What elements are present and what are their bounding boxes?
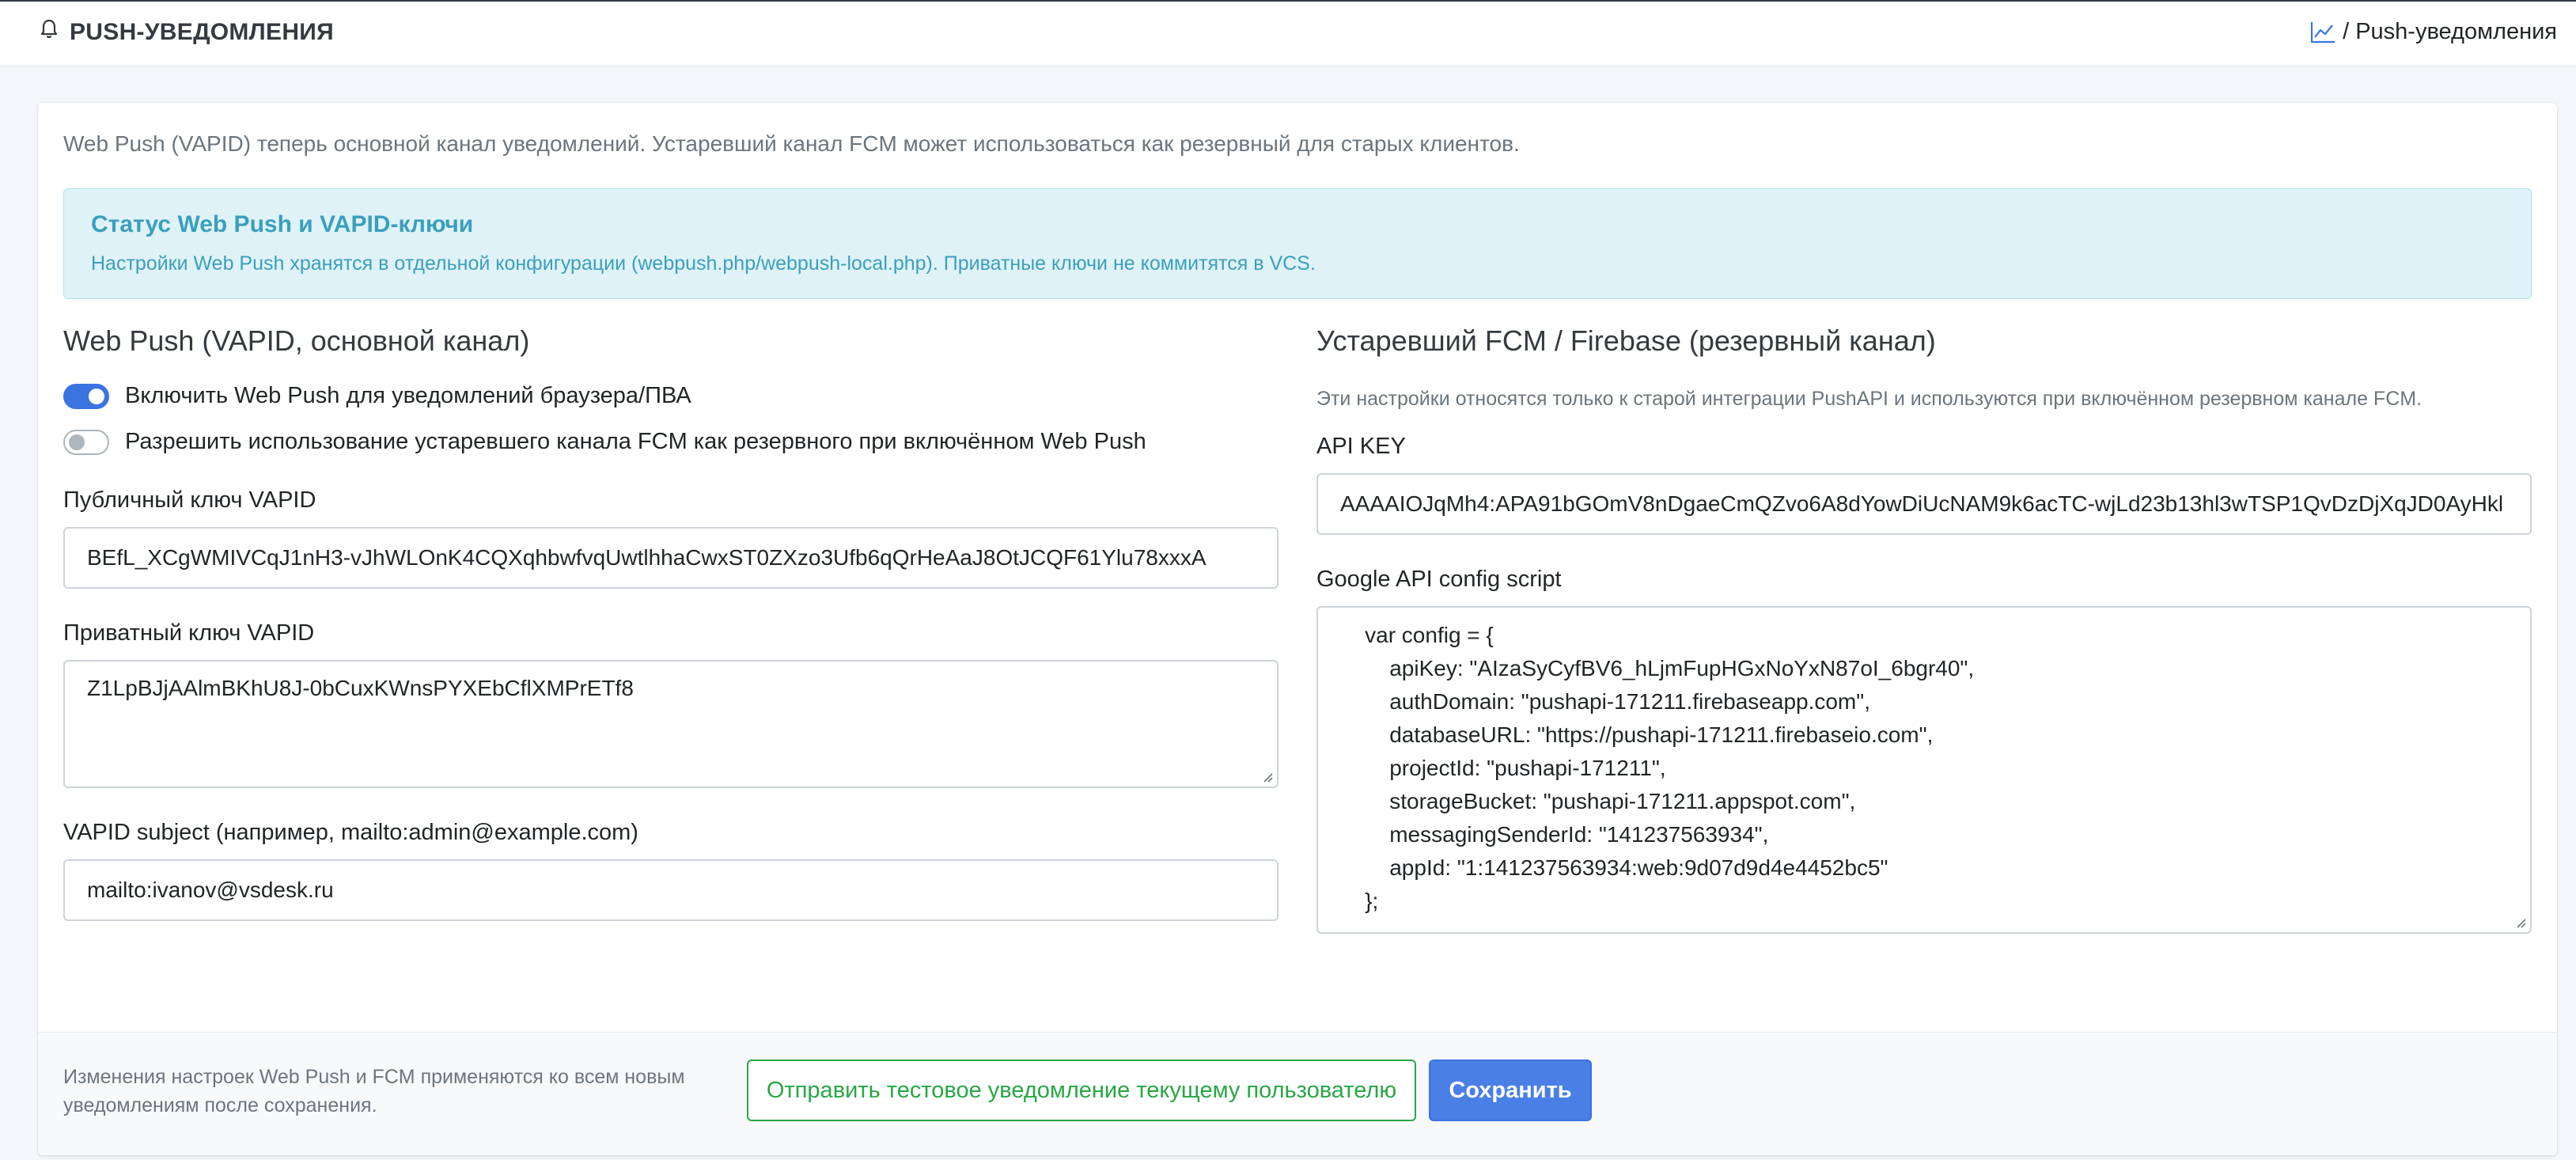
api-key-input[interactable]: AAAAIOJqMh4:APA91bGOmV8nDgaeCmQZvo6A8dYo… <box>1316 473 2532 535</box>
switch-knob <box>89 388 104 404</box>
info-alert: Статус Web Push и VAPID-ключи Настройки … <box>63 188 2532 299</box>
settings-card: Web Push (VAPID) теперь основной канал у… <box>38 103 2557 1155</box>
fallback-fcm-label: Разрешить использование устаревшего кана… <box>125 429 1146 454</box>
page-title-text: PUSH-УВЕДОМЛЕНИЯ <box>70 19 335 45</box>
api-key-label: API KEY <box>1316 434 1406 459</box>
private-key-value: Z1LpBJjAAlmBKhU8J-0bCuxKWnsPYXEbCflXMPrE… <box>87 676 634 700</box>
private-key-label: Приватный ключ VAPID <box>63 620 315 646</box>
fcm-note: Эти настройки относятся только к старой … <box>1316 388 2423 410</box>
send-test-notification-button[interactable]: Отправить тестовое уведомление текущему … <box>747 1060 1416 1121</box>
public-key-label: Публичный ключ VAPID <box>63 487 316 513</box>
enable-webpush-label: Включить Web Push для уведомлений браузе… <box>125 383 691 408</box>
intro-text: Web Push (VAPID) теперь основной канал у… <box>63 131 1520 156</box>
webpush-section-title: Web Push (VAPID, основной канал) <box>63 324 530 357</box>
enable-webpush-switch[interactable] <box>63 383 109 409</box>
fcm-column: Устаревший FCM / Firebase (резервный кан… <box>1316 324 2532 934</box>
footer-note: Изменения настроек Web Push и FCM примен… <box>63 1066 685 1116</box>
enable-webpush-row[interactable]: Включить Web Push для уведомлений браузе… <box>63 383 691 409</box>
page-title: PUSH-УВЕДОМЛЕНИЯ <box>40 19 334 46</box>
bell-icon <box>40 19 59 46</box>
private-key-textarea[interactable]: Z1LpBJjAAlmBKhU8J-0bCuxKWnsPYXEbCflXMPrE… <box>63 660 1279 788</box>
vapid-subject-input[interactable]: mailto:ivanov@vsdesk.ru <box>63 859 1279 921</box>
config-script-textarea[interactable]: var config = { apiKey: "AIzaSyCyfBV6_hLj… <box>1316 606 2532 934</box>
switch-knob <box>69 434 85 450</box>
save-button[interactable]: Сохранить <box>1429 1060 1592 1121</box>
breadcrumb-separator: / <box>2343 19 2350 44</box>
public-key-input[interactable]: BEfL_XCgWMIVCqJ1nH3-vJhWLOnK4CQXqhbwfvqU… <box>63 527 1279 589</box>
config-script-value: var config = { apiKey: "AIzaSyCyfBV6_hLj… <box>1365 623 1975 913</box>
alert-text: Настройки Web Push хранятся в отдельной … <box>91 252 1316 275</box>
fallback-fcm-row[interactable]: Разрешить использование устаревшего кана… <box>63 429 1146 455</box>
breadcrumb-current: Push-уведомления <box>2355 19 2557 44</box>
breadcrumb: / Push-уведомления <box>2309 19 2557 45</box>
alert-title: Статус Web Push и VAPID-ключи <box>91 211 474 237</box>
vapid-subject-label: VAPID subject (например, mailto:admin@ex… <box>63 820 638 845</box>
config-script-label: Google API config script <box>1316 567 1562 592</box>
resize-handle-icon[interactable] <box>2513 915 2527 929</box>
webpush-column: Web Push (VAPID, основной канал) Включит… <box>63 324 1279 921</box>
resize-handle-icon[interactable] <box>1260 769 1274 783</box>
fallback-fcm-switch[interactable] <box>63 429 109 455</box>
fcm-section-title: Устаревший FCM / Firebase (резервный кан… <box>1316 324 1936 357</box>
top-navbar: PUSH-УВЕДОМЛЕНИЯ / Push-уведомления <box>0 0 2576 66</box>
card-footer: Изменения настроек Web Push и FCM примен… <box>38 1032 2557 1155</box>
dashboard-chart-icon[interactable] <box>2309 21 2336 44</box>
